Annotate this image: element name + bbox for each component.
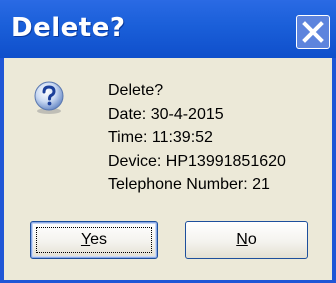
message-line-device: Device: HP13991851620 [108,152,286,170]
close-icon [302,21,324,43]
no-mnemonic: N [236,231,248,248]
title-bar[interactable]: Delete? [0,0,336,58]
dialog-body: Delete? Date: 30-4-2015 Time: 11:39:52 D… [4,58,332,280]
no-label: o [247,231,257,248]
no-button[interactable]: No [185,221,308,259]
message-line-date: Date: 30-4-2015 [108,105,224,123]
message-line-prompt: Delete? [108,82,164,99]
message-line-telephone: Telephone Number: 21 [108,176,270,193]
close-button[interactable] [296,15,330,49]
message-text: Delete? Date: 30-4-2015 Time: 11:39:52 D… [108,79,286,197]
yes-button[interactable]: Yes [30,221,158,259]
question-icon [32,81,66,115]
message-line-time: Time: 11:39:52 [108,129,213,146]
delete-dialog: Delete? Delete? Date: 30-4-2015 Time: 11… [0,0,336,283]
focus-ring [36,227,152,253]
dialog-title: Delete? [11,13,126,43]
